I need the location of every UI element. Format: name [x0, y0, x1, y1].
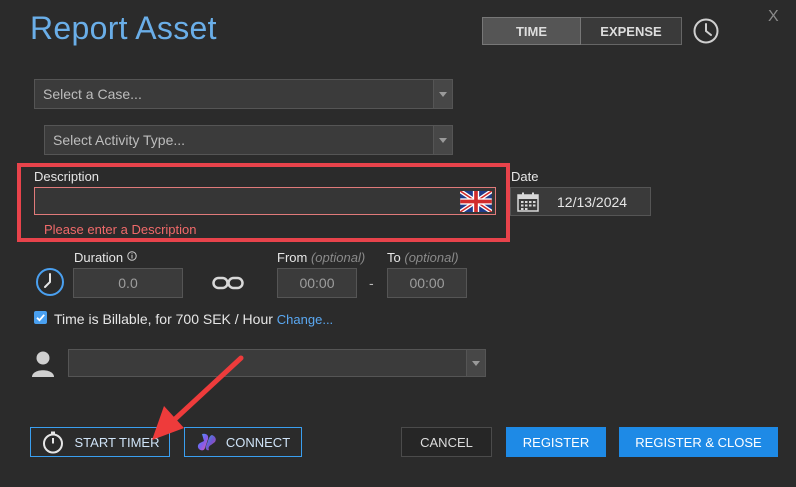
dialog-title: Report Asset — [30, 10, 217, 46]
description-input[interactable] — [34, 187, 496, 215]
to-label-group: To (optional) — [387, 250, 459, 265]
calendar-icon[interactable] — [517, 192, 539, 212]
activity-type-placeholder: Select Activity Type... — [53, 132, 186, 148]
from-label-group: From (optional) — [277, 250, 365, 265]
billable-row: Time is Billable, for 700 SEK / Hour Cha… — [54, 311, 333, 327]
tab-expense[interactable]: EXPENSE — [581, 17, 682, 45]
copilot-icon — [197, 433, 216, 451]
cancel-button[interactable]: CANCEL — [401, 427, 492, 457]
register-and-close-button[interactable]: REGISTER & CLOSE — [619, 427, 778, 457]
user-select[interactable] — [68, 349, 486, 377]
clock-icon — [36, 268, 64, 296]
connect-label: CONNECT — [225, 434, 291, 450]
connect-button[interactable]: CONNECT — [184, 427, 302, 457]
case-select-placeholder: Select a Case... — [43, 86, 142, 102]
tab-time[interactable]: TIME — [482, 17, 581, 45]
link-icon[interactable] — [212, 276, 244, 290]
chevron-down-icon — [466, 350, 485, 376]
billable-text: Time is Billable, for 700 SEK / Hour — [54, 311, 273, 327]
time-range-dash: - — [369, 275, 374, 291]
user-icon — [32, 351, 54, 377]
duration-label-group: Duration — [74, 250, 137, 265]
checkmark-icon — [36, 314, 45, 322]
uk-flag-icon[interactable] — [460, 191, 492, 212]
start-timer-button[interactable]: START TIMER — [30, 427, 170, 457]
clock-history-icon[interactable] — [692, 17, 720, 45]
from-time-input[interactable]: 00:00 — [277, 268, 357, 298]
register-button[interactable]: REGISTER — [506, 427, 606, 457]
date-label: Date — [511, 169, 539, 184]
from-label: From — [277, 250, 308, 265]
chevron-down-icon — [433, 126, 452, 154]
start-timer-label: START TIMER — [74, 434, 160, 450]
stopwatch-icon — [42, 431, 63, 454]
case-select[interactable]: Select a Case... — [34, 79, 453, 109]
close-icon[interactable]: X — [768, 8, 779, 26]
duration-input[interactable]: 0.0 — [73, 268, 183, 298]
from-optional-hint: (optional) — [310, 250, 366, 265]
date-value: 12/13/2024 — [557, 193, 628, 210]
date-field[interactable]: 12/13/2024 — [510, 187, 651, 216]
billable-checkbox[interactable] — [34, 311, 47, 324]
to-time-input[interactable]: 00:00 — [387, 268, 467, 298]
info-icon[interactable] — [127, 251, 137, 261]
to-optional-hint: (optional) — [404, 250, 459, 265]
change-rate-link[interactable]: Change... — [277, 312, 333, 327]
description-label: Description — [34, 169, 100, 184]
duration-label: Duration — [74, 250, 124, 265]
description-error: Please enter a Description — [44, 222, 197, 237]
annotation-arrow-icon — [152, 355, 244, 440]
to-label: To — [387, 250, 401, 265]
chevron-down-icon — [433, 80, 452, 108]
activity-type-select[interactable]: Select Activity Type... — [44, 125, 453, 155]
